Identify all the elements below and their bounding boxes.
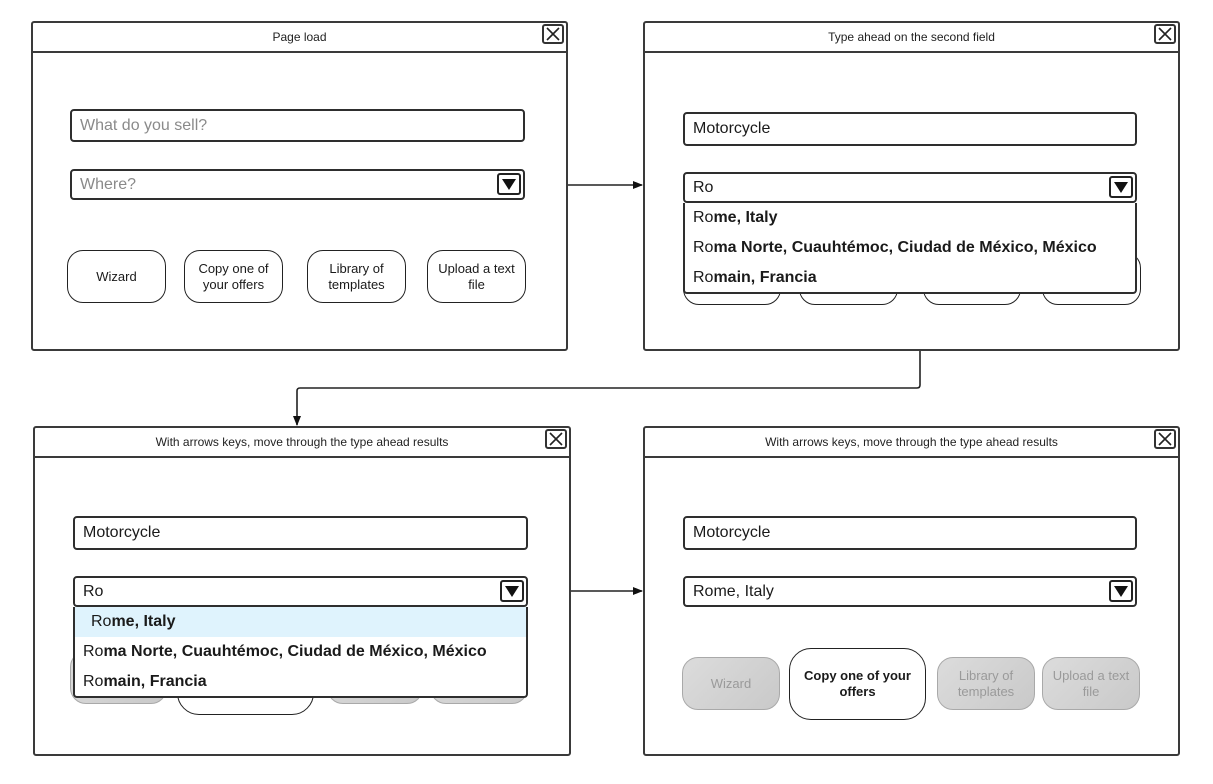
product-input-value: Motorcycle [83, 524, 161, 541]
panel-page-load: Page load What do you sell? Where? Wizar… [31, 21, 568, 351]
suggestion-item[interactable]: Ro me, Italy [685, 203, 1135, 233]
library-templates-button[interactable]: Library of templates [937, 657, 1035, 710]
typed-prefix: Ro [83, 673, 104, 690]
button-label: Copy one of your offers [198, 260, 269, 292]
dropdown-toggle[interactable] [1109, 580, 1133, 602]
close-icon [549, 432, 563, 446]
button-label: Wizard [96, 268, 137, 284]
location-select-value: Ro [693, 178, 714, 196]
suggestion-completion: ma Norte, Cuauhtémoc, Ciudad de México, … [713, 239, 1097, 256]
close-button[interactable] [545, 429, 567, 449]
dropdown-toggle[interactable] [497, 173, 521, 195]
typed-prefix: Ro [91, 613, 112, 630]
upload-text-file-button[interactable]: Upload a text file [427, 250, 526, 303]
button-label: Library of templates [328, 260, 385, 292]
suggestion-list: Ro me, Italy Ro ma Norte, Cuauhtémoc, Ciud… [683, 203, 1137, 294]
panel-title: With arrows keys, move through the type … [155, 435, 449, 449]
panel-title: Type ahead on the second field [828, 30, 995, 44]
product-input-value: Motorcycle [693, 524, 771, 541]
button-label: Wizard [710, 675, 752, 691]
suggestion-completion: me, Italy [713, 209, 778, 226]
dropdown-toggle[interactable] [1109, 176, 1133, 198]
suggestion-completion: main, Francia [713, 269, 817, 286]
product-input[interactable]: Motorcycle [73, 516, 528, 550]
panel-arrow-navigation: With arrows keys, move through the type … [33, 426, 571, 756]
panel-type-ahead: Type ahead on the second field Motorcycl… [643, 21, 1180, 351]
dropdown-toggle[interactable] [500, 580, 524, 602]
suggestion-list: Ro me, Italy Ro ma Norte, Cuauhtémoc, Ciud… [73, 607, 528, 698]
typed-prefix: Ro [693, 269, 714, 286]
copy-offer-button[interactable]: Copy one of your offers [789, 648, 926, 720]
location-select[interactable]: Rome, Italy [683, 576, 1137, 607]
wizard-button[interactable]: Wizard [682, 657, 780, 710]
panel-header: Type ahead on the second field [645, 23, 1178, 53]
location-select[interactable]: Ro [73, 576, 528, 607]
button-label: Library of templates [957, 667, 1015, 699]
suggestion-completion: main, Francia [103, 673, 207, 690]
suggestion-completion: ma Norte, Cuauhtémoc, Ciudad de México, … [103, 643, 487, 660]
product-input[interactable]: Motorcycle [683, 112, 1137, 146]
close-icon [1158, 27, 1172, 41]
panel-header: With arrows keys, move through the type … [35, 428, 569, 458]
panel-header: With arrows keys, move through the type … [645, 428, 1178, 458]
suggestion-completion: me, Italy [111, 613, 176, 630]
location-select[interactable]: Where? [70, 169, 525, 200]
button-label: Copy one of your offers [804, 668, 911, 699]
panel-title: With arrows keys, move through the type … [765, 435, 1058, 449]
typed-prefix: Ro [83, 643, 104, 660]
close-button[interactable] [542, 24, 564, 44]
suggestion-item-highlighted[interactable]: Ro me, Italy [75, 607, 526, 637]
product-input-placeholder: What do you sell? [80, 116, 208, 134]
copy-offer-button[interactable]: Copy one of your offers [184, 250, 283, 303]
suggestion-item[interactable]: Ro ma Norte, Cuauhtémoc, Ciudad de México… [685, 233, 1135, 263]
panel-selection-result: With arrows keys, move through the type … [643, 426, 1180, 756]
upload-text-file-button[interactable]: Upload a text file [1042, 657, 1140, 710]
close-icon [546, 27, 560, 41]
location-select-placeholder: Where? [80, 175, 137, 193]
suggestion-item[interactable]: Ro ma Norte, Cuauhtémoc, Ciudad de México… [75, 637, 526, 667]
product-input[interactable]: What do you sell? [70, 109, 525, 142]
location-select-value: Ro [83, 582, 104, 600]
connector-2-to-3 [293, 351, 921, 426]
chevron-down-icon [502, 179, 516, 190]
close-button[interactable] [1154, 24, 1176, 44]
wizard-button[interactable]: Wizard [67, 250, 166, 303]
chevron-down-icon [1114, 182, 1128, 193]
close-button[interactable] [1154, 429, 1176, 449]
product-input[interactable]: Motorcycle [683, 516, 1137, 550]
location-select-value: Rome, Italy [693, 582, 774, 600]
suggestion-item[interactable]: Ro main, Francia [75, 667, 526, 697]
button-label: Upload a text file [438, 260, 515, 292]
chevron-down-icon [505, 586, 519, 597]
typed-prefix: Ro [693, 239, 714, 256]
location-select[interactable]: Ro [683, 172, 1137, 203]
suggestion-item[interactable]: Ro main, Francia [685, 263, 1135, 293]
close-icon [1158, 432, 1172, 446]
button-label: Upload a text file [1052, 667, 1130, 699]
product-input-value: Motorcycle [693, 120, 771, 137]
library-templates-button[interactable]: Library of templates [307, 250, 406, 303]
typed-prefix: Ro [693, 209, 714, 226]
chevron-down-icon [1114, 586, 1128, 597]
panel-header: Page load [33, 23, 566, 53]
panel-title: Page load [272, 30, 327, 44]
